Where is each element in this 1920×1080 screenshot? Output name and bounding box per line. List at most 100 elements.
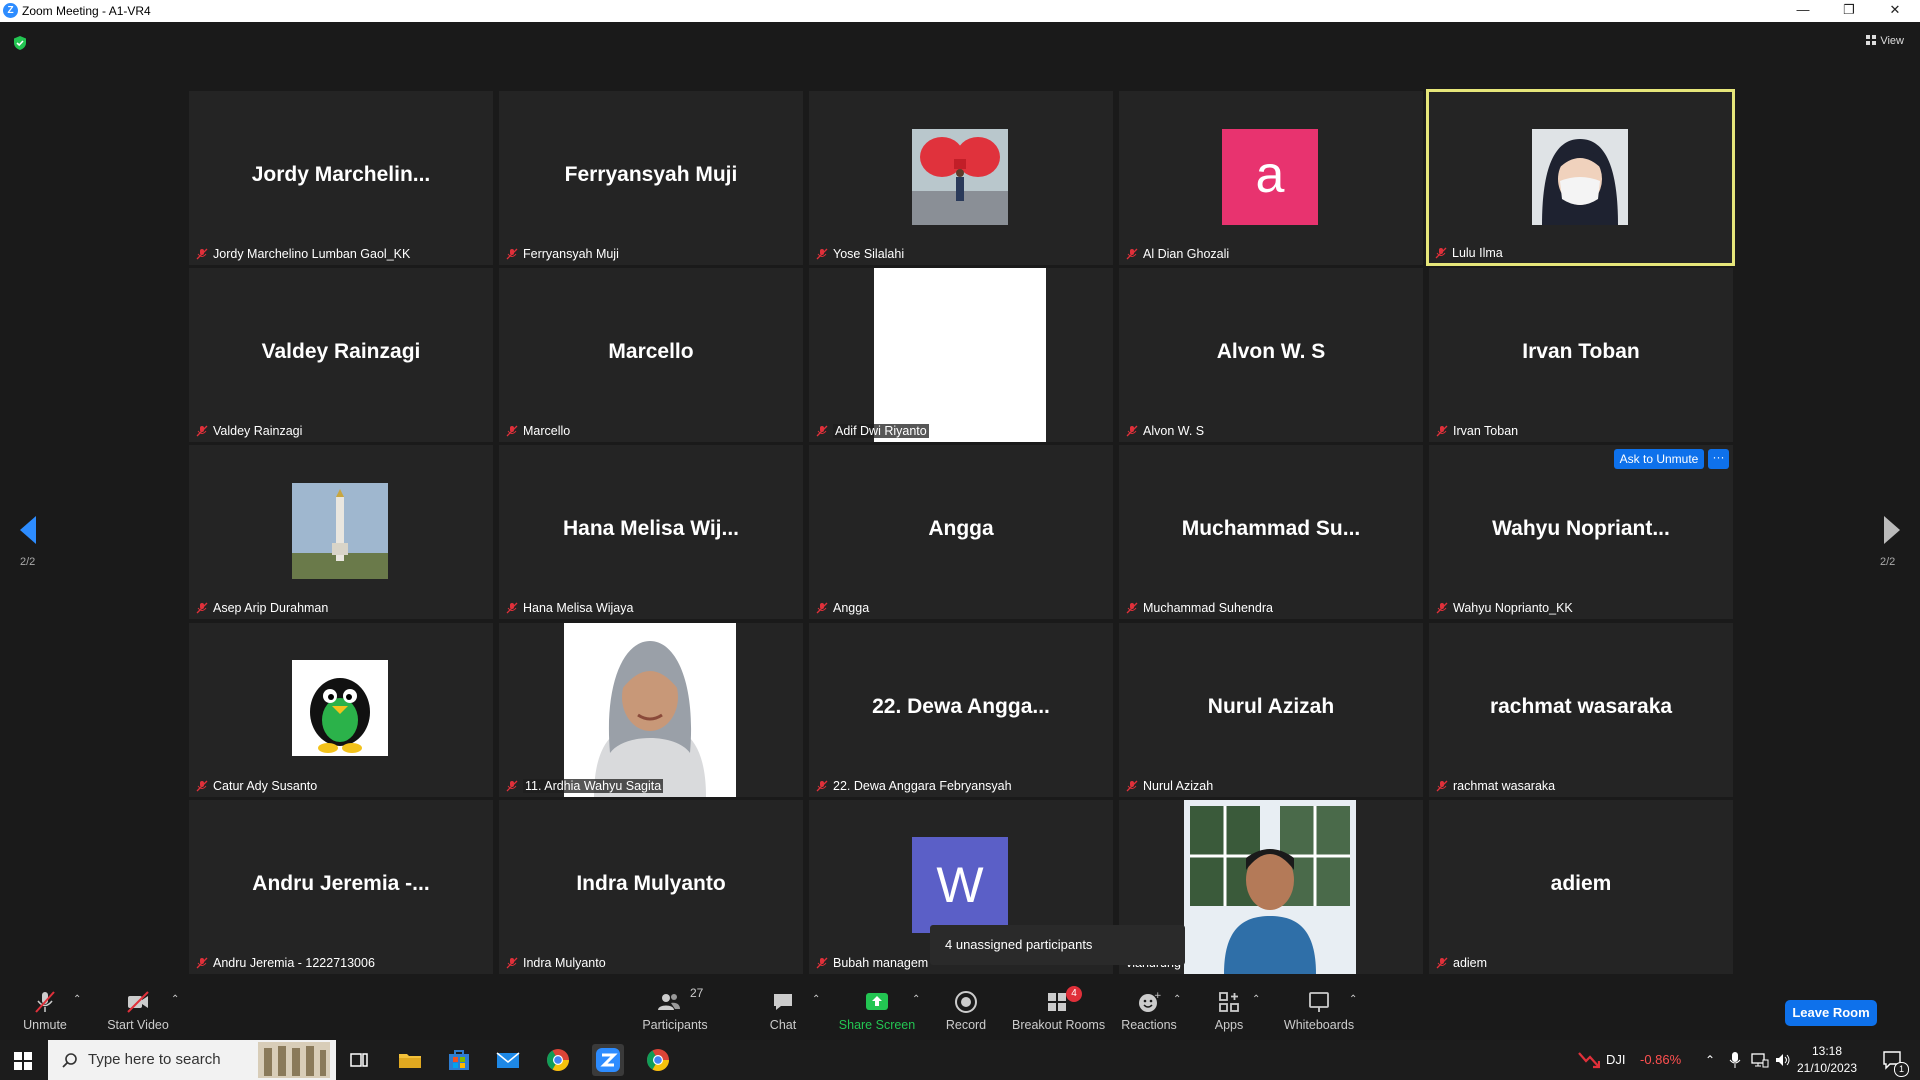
muted-mic-icon (506, 248, 518, 260)
reactions-options-caret-icon[interactable]: ⌃ (1173, 994, 1181, 1005)
stock-ticker-name[interactable]: DJI (1606, 1040, 1626, 1080)
share-screen-button[interactable]: Share Screen (836, 978, 918, 1040)
participant-name-tag: Lulu Ilma (1432, 245, 1506, 262)
participant-name: Ferryansyah Muji (523, 247, 619, 261)
window-titlebar: Z Zoom Meeting - A1-VR4 — ❐ ✕ (0, 0, 1920, 22)
apps-button[interactable]: Apps (1202, 978, 1256, 1040)
apps-options-caret-icon[interactable]: ⌃ (1252, 994, 1260, 1005)
chat-options-caret-icon[interactable]: ⌃ (812, 994, 820, 1005)
whiteboards-button[interactable]: Whiteboards (1280, 978, 1358, 1040)
tray-overflow-caret-icon[interactable]: ⌃ (1705, 1040, 1715, 1080)
muted-mic-icon (196, 780, 208, 792)
participant-tile[interactable]: a Al Dian Ghozali (1119, 91, 1423, 265)
audio-options-caret-icon[interactable]: ⌃ (73, 994, 81, 1005)
participant-tile[interactable]: Irvan Toban Irvan Toban (1429, 268, 1733, 442)
task-view-icon[interactable] (344, 1045, 374, 1075)
microsoft-store-icon[interactable] (444, 1045, 474, 1075)
participant-name-tag: Ferryansyah Muji (503, 246, 622, 263)
participant-tile[interactable]: Valdey Rainzagi Valdey Rainzagi (189, 268, 493, 442)
participant-tile[interactable]: rachmat wasaraka rachmat wasaraka (1429, 623, 1733, 797)
stock-trend-icon[interactable] (1578, 1051, 1600, 1069)
leave-room-button[interactable]: Leave Room (1785, 1000, 1877, 1026)
participant-tile[interactable]: Muchammad Su... Muchammad Suhendra (1119, 445, 1423, 619)
breakout-badge: 4 (1066, 986, 1082, 1002)
muted-mic-icon (1126, 425, 1138, 437)
participant-tile[interactable]: Jordy Marchelin... Jordy Marchelino Lumb… (189, 91, 493, 265)
whiteboards-options-caret-icon[interactable]: ⌃ (1349, 994, 1357, 1005)
file-explorer-icon[interactable] (395, 1045, 425, 1075)
taskbar-clock[interactable]: 13:18 21/10/2023 (1792, 1043, 1862, 1077)
shield-icon[interactable] (13, 36, 27, 50)
participant-tile[interactable]: Wahyu Nopriant... Wahyu Noprianto_KK (1429, 445, 1733, 619)
taskbar-search-box[interactable]: Type here to search (48, 1040, 336, 1080)
start-video-button[interactable]: Start Video (102, 978, 174, 1040)
participant-tile[interactable]: Asep Arip Durahman (189, 445, 493, 619)
more-options-button[interactable]: ··· (1708, 449, 1729, 469)
breakout-rooms-button[interactable]: 4 Breakout Rooms (1012, 978, 1105, 1040)
participant-name: Al Dian Ghozali (1143, 247, 1230, 261)
whiteboards-label: Whiteboards (1283, 1018, 1355, 1032)
profile-photo (564, 623, 736, 797)
muted-mic-icon (816, 957, 828, 969)
muted-mic-icon (816, 248, 828, 260)
network-icon[interactable] (1751, 1052, 1769, 1068)
muted-mic-icon (506, 425, 518, 437)
participant-tile[interactable]: Yose Silalahi (809, 91, 1113, 265)
close-button[interactable]: ✕ (1872, 0, 1918, 22)
profile-photo (1184, 800, 1356, 974)
volume-icon[interactable] (1775, 1052, 1791, 1068)
unmute-button[interactable]: Unmute (14, 978, 76, 1040)
participant-tile[interactable]: Alvon W. S Alvon W. S (1119, 268, 1423, 442)
zoom-taskbar-icon[interactable] (592, 1044, 624, 1076)
search-icon (62, 1053, 77, 1068)
video-options-caret-icon[interactable]: ⌃ (171, 994, 179, 1005)
participant-tile-active-speaker[interactable]: Lulu Ilma (1426, 89, 1735, 266)
muted-mic-icon (816, 780, 828, 792)
windows-taskbar: Type here to search DJI -0.86% ⌃ 13:18 2… (0, 1040, 1920, 1080)
minimize-button[interactable]: — (1780, 0, 1826, 22)
share-options-caret-icon[interactable]: ⌃ (912, 994, 920, 1005)
participant-name-tag: Nurul Azizah (1123, 778, 1216, 795)
participant-name-tag: Yose Silalahi (813, 246, 907, 263)
participant-name-tag: Bubah managem (813, 955, 931, 972)
participants-button[interactable]: 27 Participants (638, 978, 712, 1040)
participant-tile[interactable]: Indra Mulyanto Indra Mulyanto (499, 800, 803, 974)
unmute-label: Unmute (23, 1018, 67, 1032)
chrome-profile-icon[interactable] (643, 1045, 673, 1075)
muted-mic-icon (196, 248, 208, 260)
participant-name: Valdey Rainzagi (213, 424, 303, 438)
reactions-button[interactable]: + Reactions (1118, 978, 1180, 1040)
record-button[interactable]: Record (938, 978, 994, 1040)
chrome-icon[interactable] (543, 1045, 573, 1075)
participant-name: Bubah managem (833, 956, 929, 970)
participant-tile[interactable]: Catur Ady Susanto (189, 623, 493, 797)
participant-tile[interactable]: 11. Ardhia Wahyu Sagita (499, 623, 803, 797)
previous-page-arrow-icon[interactable] (18, 516, 38, 544)
share-screen-label: Share Screen (838, 1018, 916, 1032)
search-placeholder: Type here to search (88, 1051, 221, 1068)
chat-button[interactable]: Chat (755, 978, 811, 1040)
participant-tile[interactable]: Andru Jeremia -... Andru Jeremia - 12227… (189, 800, 493, 974)
participant-name-tag: Jordy Marchelino Lumban Gaol_KK (193, 246, 413, 263)
muted-mic-icon (816, 602, 828, 614)
participant-tile[interactable]: Angga Angga (809, 445, 1113, 619)
ask-to-unmute-button[interactable]: Ask to Unmute (1614, 449, 1704, 469)
participant-tile[interactable]: Adif Dwi Riyanto (809, 268, 1113, 442)
participant-tile[interactable]: adiem adiem (1429, 800, 1733, 974)
windows-start-icon[interactable] (14, 1052, 32, 1070)
profile-photo (912, 129, 1008, 225)
participant-tile[interactable]: Marcello Marcello (499, 268, 803, 442)
participant-name: Lulu Ilma (1452, 246, 1503, 260)
participant-name-tag: Wahyu Noprianto_KK (1433, 600, 1576, 617)
profile-photo (292, 483, 388, 579)
participant-tile[interactable]: Ferryansyah Muji Ferryansyah Muji (499, 91, 803, 265)
mail-icon[interactable] (493, 1045, 523, 1075)
restore-button[interactable]: ❐ (1826, 0, 1872, 22)
participant-tile[interactable]: Nurul Azizah Nurul Azizah (1119, 623, 1423, 797)
microphone-tray-icon[interactable] (1729, 1052, 1741, 1068)
participant-tile[interactable]: 22. Dewa Angga... 22. Dewa Anggara Febry… (809, 623, 1113, 797)
view-button[interactable]: View (1866, 35, 1904, 47)
start-video-label: Start Video (107, 1018, 169, 1032)
next-page-arrow-icon[interactable] (1882, 516, 1902, 544)
participant-tile[interactable]: Hana Melisa Wij... Hana Melisa Wijaya (499, 445, 803, 619)
